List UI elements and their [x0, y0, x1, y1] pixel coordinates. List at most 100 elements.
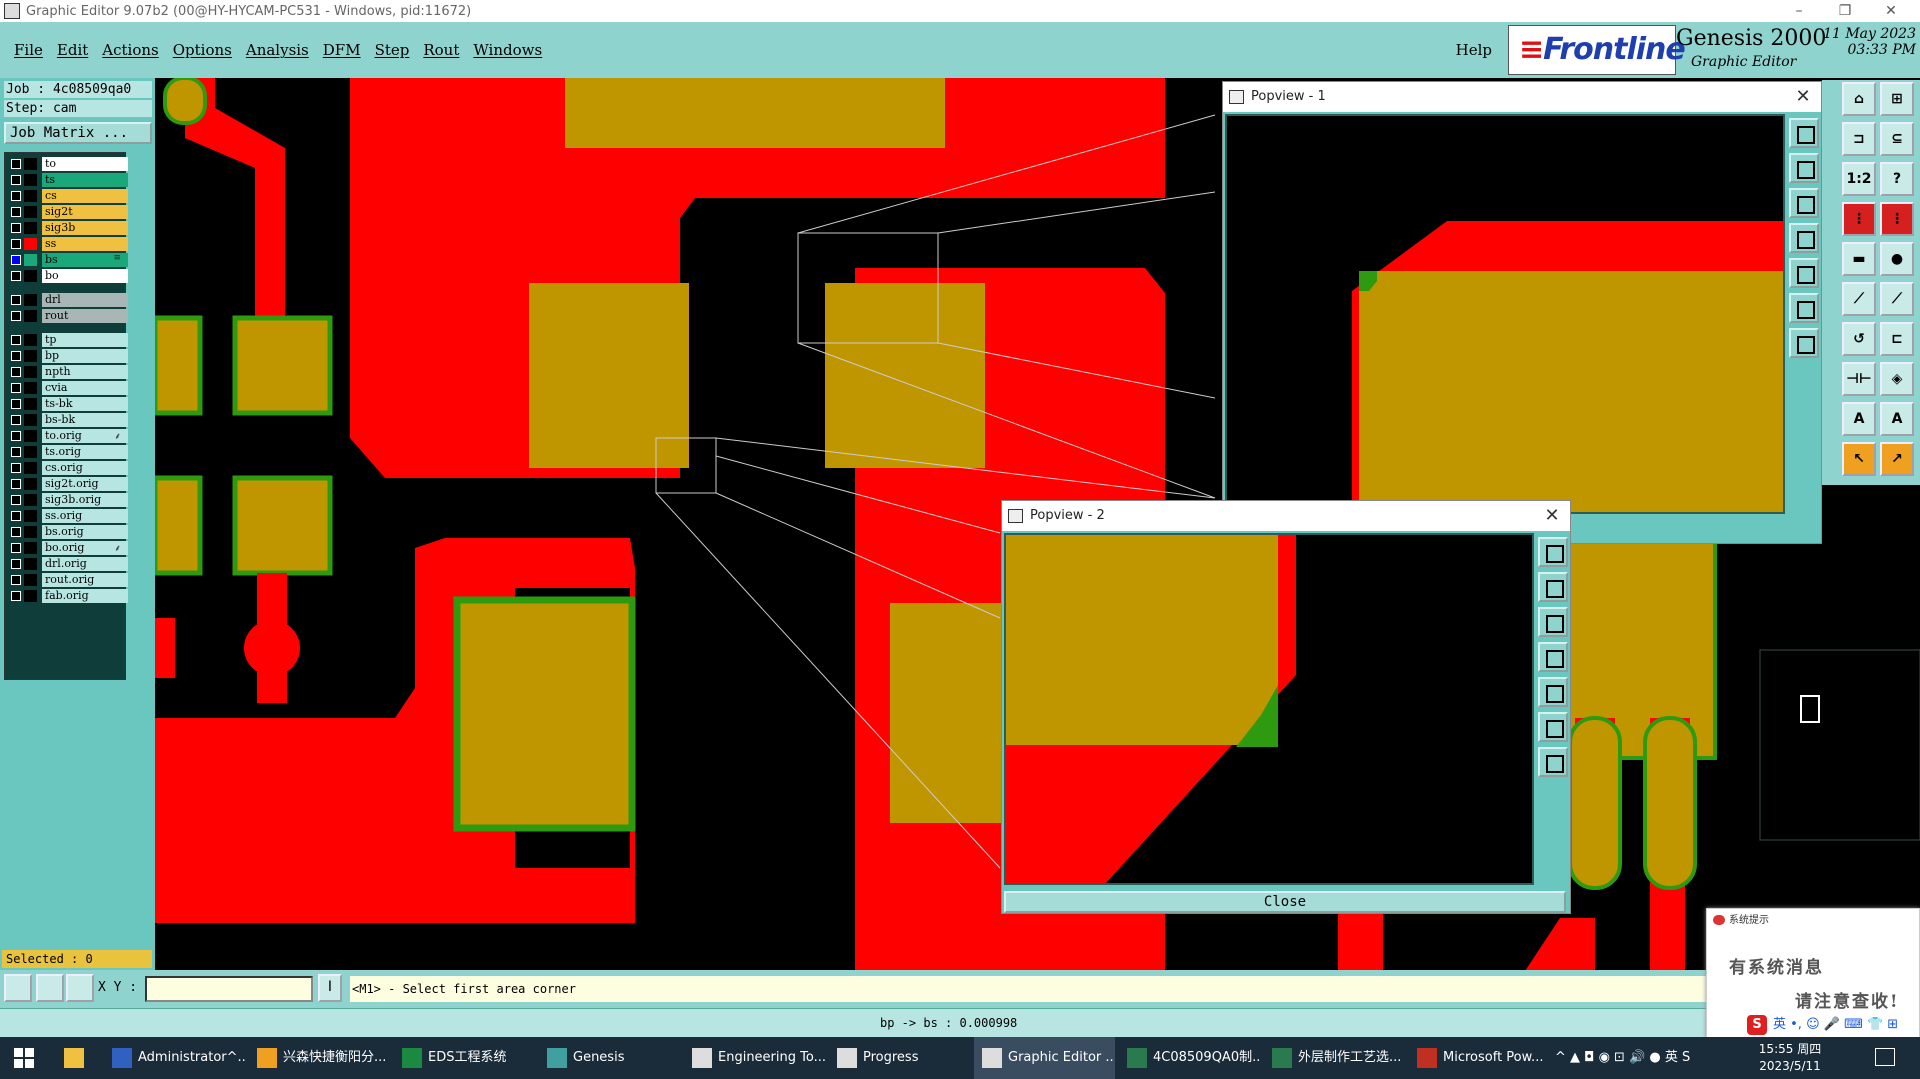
layer-row-4[interactable]: sig3b: [7, 221, 128, 235]
layer-row-1[interactable]: ts: [7, 173, 128, 187]
layer-name[interactable]: ts-bk: [42, 397, 128, 411]
minimize-button[interactable]: –: [1776, 0, 1822, 22]
cursor-mode-icon[interactable]: I: [318, 974, 342, 1002]
start-button[interactable]: [0, 1037, 52, 1079]
layer-name[interactable]: sig3b: [42, 221, 128, 235]
pop2-zoom-in-button[interactable]: [1538, 712, 1568, 742]
layer-checkbox[interactable]: [11, 311, 21, 321]
layer-name[interactable]: ts: [42, 173, 128, 187]
window-icon[interactable]: ⊞: [1880, 82, 1914, 116]
layer-row-6[interactable]: bs ≡: [7, 253, 128, 267]
layer-name[interactable]: rout.orig: [42, 573, 128, 587]
layer-checkbox[interactable]: [11, 447, 21, 457]
layer-row-16[interactable]: to.orig ⸙: [7, 429, 128, 443]
menu-windows[interactable]: Windows: [473, 41, 542, 59]
taskbar-item-9[interactable]: Microsoft Pow...: [1409, 1037, 1550, 1079]
layer-row-25[interactable]: rout.orig: [7, 573, 128, 587]
layer-name[interactable]: drl.orig: [42, 557, 128, 571]
layer-checkbox[interactable]: [11, 207, 21, 217]
layer-checkbox[interactable]: [11, 575, 21, 585]
layer-name[interactable]: ss: [42, 237, 128, 251]
layer-checkbox[interactable]: [11, 399, 21, 409]
ruler-icon[interactable]: ▬: [1842, 242, 1876, 276]
popview-2-close-button[interactable]: Close: [1004, 891, 1566, 913]
layer-row-5[interactable]: ss: [7, 237, 128, 251]
layer-row-10[interactable]: tp: [7, 333, 128, 347]
layer-row-0[interactable]: to: [7, 157, 128, 171]
layer-checkbox[interactable]: [11, 479, 21, 489]
shapes-icon[interactable]: ◈: [1880, 362, 1914, 396]
measure-2-icon[interactable]: ⋮: [1880, 202, 1914, 236]
layer-checkbox[interactable]: [11, 415, 21, 425]
pop1-zoom-home-button[interactable]: [1789, 118, 1819, 148]
layer-checkbox[interactable]: [11, 527, 21, 537]
layer-row-19[interactable]: sig2t.orig: [7, 477, 128, 491]
layer-checkbox[interactable]: [11, 271, 21, 281]
layer-name[interactable]: tp: [42, 333, 128, 347]
layer-row-8[interactable]: drl: [7, 293, 128, 307]
layer-name[interactable]: bp: [42, 349, 128, 363]
home-icon[interactable]: ⌂: [1842, 82, 1876, 116]
layer-name[interactable]: sig3b.orig: [42, 493, 128, 507]
taskbar-item-2[interactable]: EDS工程系统: [394, 1037, 535, 1079]
layer-checkbox[interactable]: [11, 255, 21, 265]
pointer-2-icon[interactable]: ↗: [1880, 442, 1914, 476]
line-2-icon[interactable]: ⟋: [1880, 282, 1914, 316]
taskbar-item-1[interactable]: 兴森快捷衡阳分...: [249, 1037, 390, 1079]
layer-row-26[interactable]: fab.orig: [7, 589, 128, 603]
pop1-zoom-out-button[interactable]: [1789, 328, 1819, 358]
layer-name[interactable]: fab.orig: [42, 589, 128, 603]
layer-checkbox[interactable]: [11, 159, 21, 169]
route-icon[interactable]: ⊆: [1880, 122, 1914, 156]
popview-2-close-icon[interactable]: ✕: [1542, 501, 1562, 531]
layer-row-17[interactable]: ts.orig: [7, 445, 128, 459]
taskbar-item-5[interactable]: Progress: [829, 1037, 970, 1079]
pop1-pan-up-button[interactable]: [1789, 153, 1819, 183]
taskbar-item-3[interactable]: Genesis: [539, 1037, 680, 1079]
text-icon[interactable]: A: [1842, 402, 1876, 436]
popview-2-view[interactable]: [1004, 533, 1534, 885]
ime-toolbar[interactable]: S 英 •, ☺ 🎤 ⌨ 👕 ⊞: [1747, 1013, 1898, 1035]
layer-row-20[interactable]: sig3b.orig: [7, 493, 128, 507]
layer-checkbox[interactable]: [11, 223, 21, 233]
layer-name[interactable]: bs-bk: [42, 413, 128, 427]
xy-input[interactable]: [145, 976, 313, 1002]
layer-name[interactable]: npth: [42, 365, 128, 379]
menu-analysis[interactable]: Analysis: [246, 41, 309, 59]
layer-row-24[interactable]: drl.orig: [7, 557, 128, 571]
notification-center-icon[interactable]: [1875, 1048, 1895, 1066]
popview-1-close-icon[interactable]: ✕: [1793, 82, 1813, 112]
width-icon[interactable]: ⊣⊢: [1842, 362, 1876, 396]
layer-name[interactable]: cs: [42, 189, 128, 203]
measure-icon[interactable]: ⋮: [1842, 202, 1876, 236]
layer-name[interactable]: sig2t.orig: [42, 477, 128, 491]
layer-checkbox[interactable]: [11, 495, 21, 505]
taskbar-item-0[interactable]: Administrator^...: [104, 1037, 245, 1079]
close-window-button[interactable]: ✕: [1868, 0, 1914, 22]
clock[interactable]: 15:55 周四 2023/5/11: [1750, 1041, 1830, 1075]
dot-icon[interactable]: ●: [1880, 242, 1914, 276]
layer-checkbox[interactable]: [11, 431, 21, 441]
taskbar-item-7[interactable]: 4C08509QA0制...: [1119, 1037, 1260, 1079]
taskbar-item-8[interactable]: 外层制作工艺选...: [1264, 1037, 1405, 1079]
taskbar-item-6[interactable]: Graphic Editor ...: [974, 1037, 1115, 1079]
layer-name[interactable]: sig2t: [42, 205, 128, 219]
layer-name[interactable]: cvia: [42, 381, 128, 395]
menu-step[interactable]: Step: [375, 41, 410, 59]
layer-checkbox[interactable]: [11, 295, 21, 305]
layer-checkbox[interactable]: [11, 239, 21, 249]
pop2-zoom-out-button[interactable]: [1538, 747, 1568, 777]
layer-checkbox[interactable]: [11, 335, 21, 345]
layer-row-13[interactable]: cvia: [7, 381, 128, 395]
pop2-zoom-home-button[interactable]: [1538, 537, 1568, 567]
pointer-icon[interactable]: ↖: [1842, 442, 1876, 476]
scale-icon[interactable]: 1:2: [1842, 162, 1876, 196]
menu-options[interactable]: Options: [173, 41, 232, 59]
layer-checkbox[interactable]: [11, 591, 21, 601]
pop1-zoom-in-button[interactable]: [1789, 293, 1819, 323]
menu-dfm[interactable]: DFM: [323, 41, 361, 59]
menu-edit[interactable]: Edit: [57, 41, 88, 59]
layer-name[interactable]: ss.orig: [42, 509, 128, 523]
layer-row-21[interactable]: ss.orig: [7, 509, 128, 523]
layer-checkbox[interactable]: [11, 511, 21, 521]
